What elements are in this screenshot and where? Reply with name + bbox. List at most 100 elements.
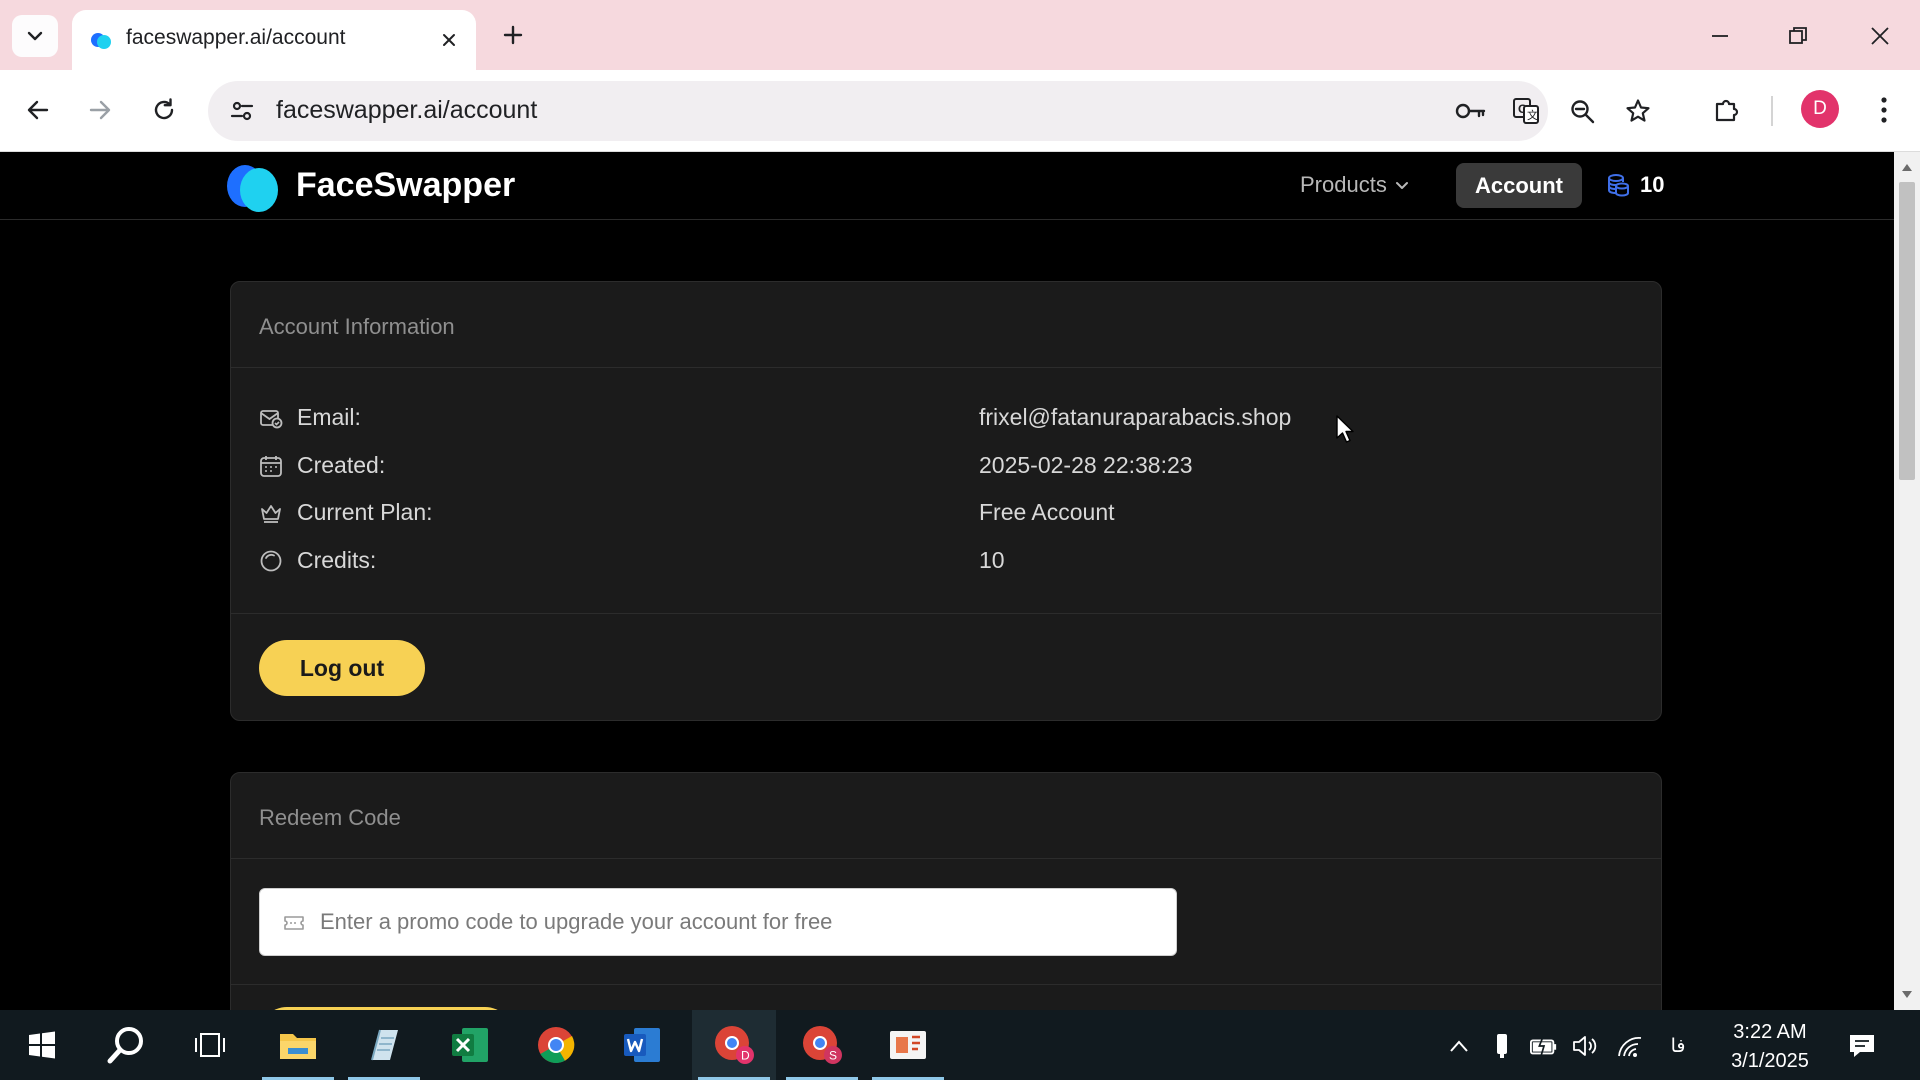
zoom-button[interactable]: [1562, 91, 1602, 131]
action-center-button[interactable]: [1848, 1032, 1876, 1060]
email-label: Email:: [297, 404, 361, 430]
scroll-down-arrow[interactable]: [1900, 988, 1914, 1002]
presentation-icon: [890, 1031, 926, 1059]
credits-icon: [260, 550, 282, 572]
address-bar[interactable]: faceswapper.ai/account G文: [208, 81, 1650, 141]
chevron-down-icon: [1395, 182, 1408, 189]
password-key-button[interactable]: [1450, 91, 1490, 131]
translate-icon: G文: [1513, 98, 1539, 124]
nav-products-menu[interactable]: Products: [1300, 172, 1409, 198]
promo-code-input[interactable]: [320, 889, 1160, 955]
taskbar-chrome-profile-d[interactable]: D: [692, 1010, 776, 1080]
profile-avatar-button[interactable]: D: [1801, 90, 1839, 128]
tray-battery-button[interactable]: [1530, 1032, 1558, 1060]
credits-count: 10: [1640, 172, 1665, 197]
created-label: Created:: [297, 452, 386, 478]
credits-label: Credits:: [297, 547, 377, 573]
chrome-menu-button[interactable]: [1862, 88, 1906, 132]
triangle-down-icon: [1902, 991, 1912, 998]
usb-device-icon: [1497, 1034, 1507, 1058]
taskbar-word[interactable]: [600, 1010, 684, 1080]
email-icon: [260, 410, 283, 429]
nav-products-label: Products: [1300, 172, 1387, 197]
created-value: 2025-02-28 22:38:23: [979, 452, 1193, 478]
notification-icon: [1850, 1035, 1874, 1057]
chevron-up-icon: [1450, 1040, 1468, 1052]
taskbar-clock[interactable]: 3:22 AM 3/1/2025: [1700, 1018, 1840, 1076]
logout-button[interactable]: Log out: [259, 640, 425, 696]
credits-badge[interactable]: 10: [1606, 172, 1664, 198]
chrome-profile-icon: D: [715, 1026, 754, 1064]
tray-language-indicator[interactable]: فا: [1664, 1032, 1692, 1060]
scroll-up-arrow[interactable]: [1900, 160, 1914, 174]
zoom-out-icon: [1571, 100, 1595, 124]
close-window-button[interactable]: [1858, 14, 1902, 58]
tab-search-button[interactable]: [12, 15, 58, 57]
browser-toolbar: faceswapper.ai/account G文 D: [0, 70, 1920, 152]
taskbar-search-button[interactable]: [84, 1010, 168, 1080]
windows-logo-icon: [29, 1031, 55, 1059]
key-icon: [1455, 103, 1486, 119]
tab-close-button[interactable]: [436, 27, 462, 53]
taskbar-excel[interactable]: [428, 1010, 512, 1080]
folder-icon: [280, 1034, 316, 1059]
tray-network-button[interactable]: [1616, 1032, 1644, 1060]
credits-value: 10: [979, 547, 1005, 573]
browser-tab-strip: faceswapper.ai/account: [0, 0, 1920, 70]
bookmark-button[interactable]: [1618, 91, 1658, 131]
card-divider: [231, 613, 1661, 614]
promo-code-input-wrapper[interactable]: [259, 888, 1177, 956]
account-info-card: Account Information Email: frixel@fatanu…: [230, 281, 1662, 721]
back-button[interactable]: [16, 88, 60, 132]
plus-icon: [503, 25, 523, 45]
taskbar-notes-app[interactable]: [342, 1010, 426, 1080]
info-row-created: Created: 2025-02-28 22:38:23: [259, 446, 1639, 486]
close-icon: [1871, 27, 1889, 45]
restore-button[interactable]: [1776, 14, 1820, 58]
svg-text:D: D: [741, 1049, 750, 1063]
faceswapper-logo-icon[interactable]: [225, 162, 281, 214]
mouse-cursor-icon: [1336, 415, 1354, 443]
taskbar-powerpoint-app[interactable]: [866, 1010, 950, 1080]
volume-icon: [1573, 1036, 1597, 1056]
windows-taskbar: D S فا 3:22 AM 3/1/2025: [0, 1010, 1920, 1080]
restore-icon: [1789, 27, 1807, 44]
taskbar-file-explorer[interactable]: [256, 1010, 340, 1080]
tab-title: faceswapper.ai/account: [126, 26, 346, 49]
brand-name[interactable]: FaceSwapper: [296, 166, 515, 205]
reload-button[interactable]: [142, 88, 186, 132]
ticket-icon: [284, 916, 304, 930]
plan-label: Current Plan:: [297, 499, 433, 525]
info-row-email: Email: frixel@fatanuraparabacis.shop: [259, 398, 1639, 438]
email-value: frixel@fatanuraparabacis.shop: [979, 404, 1292, 430]
chevron-down-icon: [27, 31, 43, 41]
taskbar-chrome[interactable]: [514, 1010, 598, 1080]
browser-tab-active[interactable]: faceswapper.ai/account: [72, 10, 476, 70]
excel-icon: [452, 1028, 488, 1062]
scroll-thumb[interactable]: [1899, 182, 1915, 480]
page-scrollbar[interactable]: [1894, 152, 1920, 1010]
tray-volume-button[interactable]: [1572, 1032, 1600, 1060]
taskbar-chrome-profile-s[interactable]: S: [780, 1010, 864, 1080]
chrome-icon: [538, 1027, 575, 1064]
forward-button[interactable]: [78, 88, 122, 132]
tray-overflow-button[interactable]: [1445, 1032, 1473, 1060]
more-vertical-icon: [1881, 97, 1887, 123]
site-info-button[interactable]: [222, 91, 262, 131]
tray-device-button[interactable]: [1488, 1032, 1516, 1060]
extensions-button[interactable]: [1705, 88, 1749, 132]
new-tab-button[interactable]: [496, 18, 530, 52]
faceswapper-favicon-icon: [91, 33, 111, 49]
info-row-credits: Credits: 10: [259, 541, 1639, 581]
arrow-right-icon: [89, 100, 111, 120]
notepad-icon: [371, 1029, 398, 1061]
translate-button[interactable]: G文: [1506, 91, 1546, 131]
close-icon: [443, 34, 455, 46]
minimize-button[interactable]: [1698, 14, 1742, 58]
info-row-plan: Current Plan: Free Account: [259, 493, 1639, 533]
task-view-button[interactable]: [168, 1010, 252, 1080]
start-button[interactable]: [0, 1010, 84, 1080]
chrome-profile-icon: S: [803, 1026, 842, 1064]
page-viewport: FaceSwapper Products Account 10 Account …: [0, 152, 1894, 1010]
nav-account-button[interactable]: Account: [1456, 163, 1582, 208]
